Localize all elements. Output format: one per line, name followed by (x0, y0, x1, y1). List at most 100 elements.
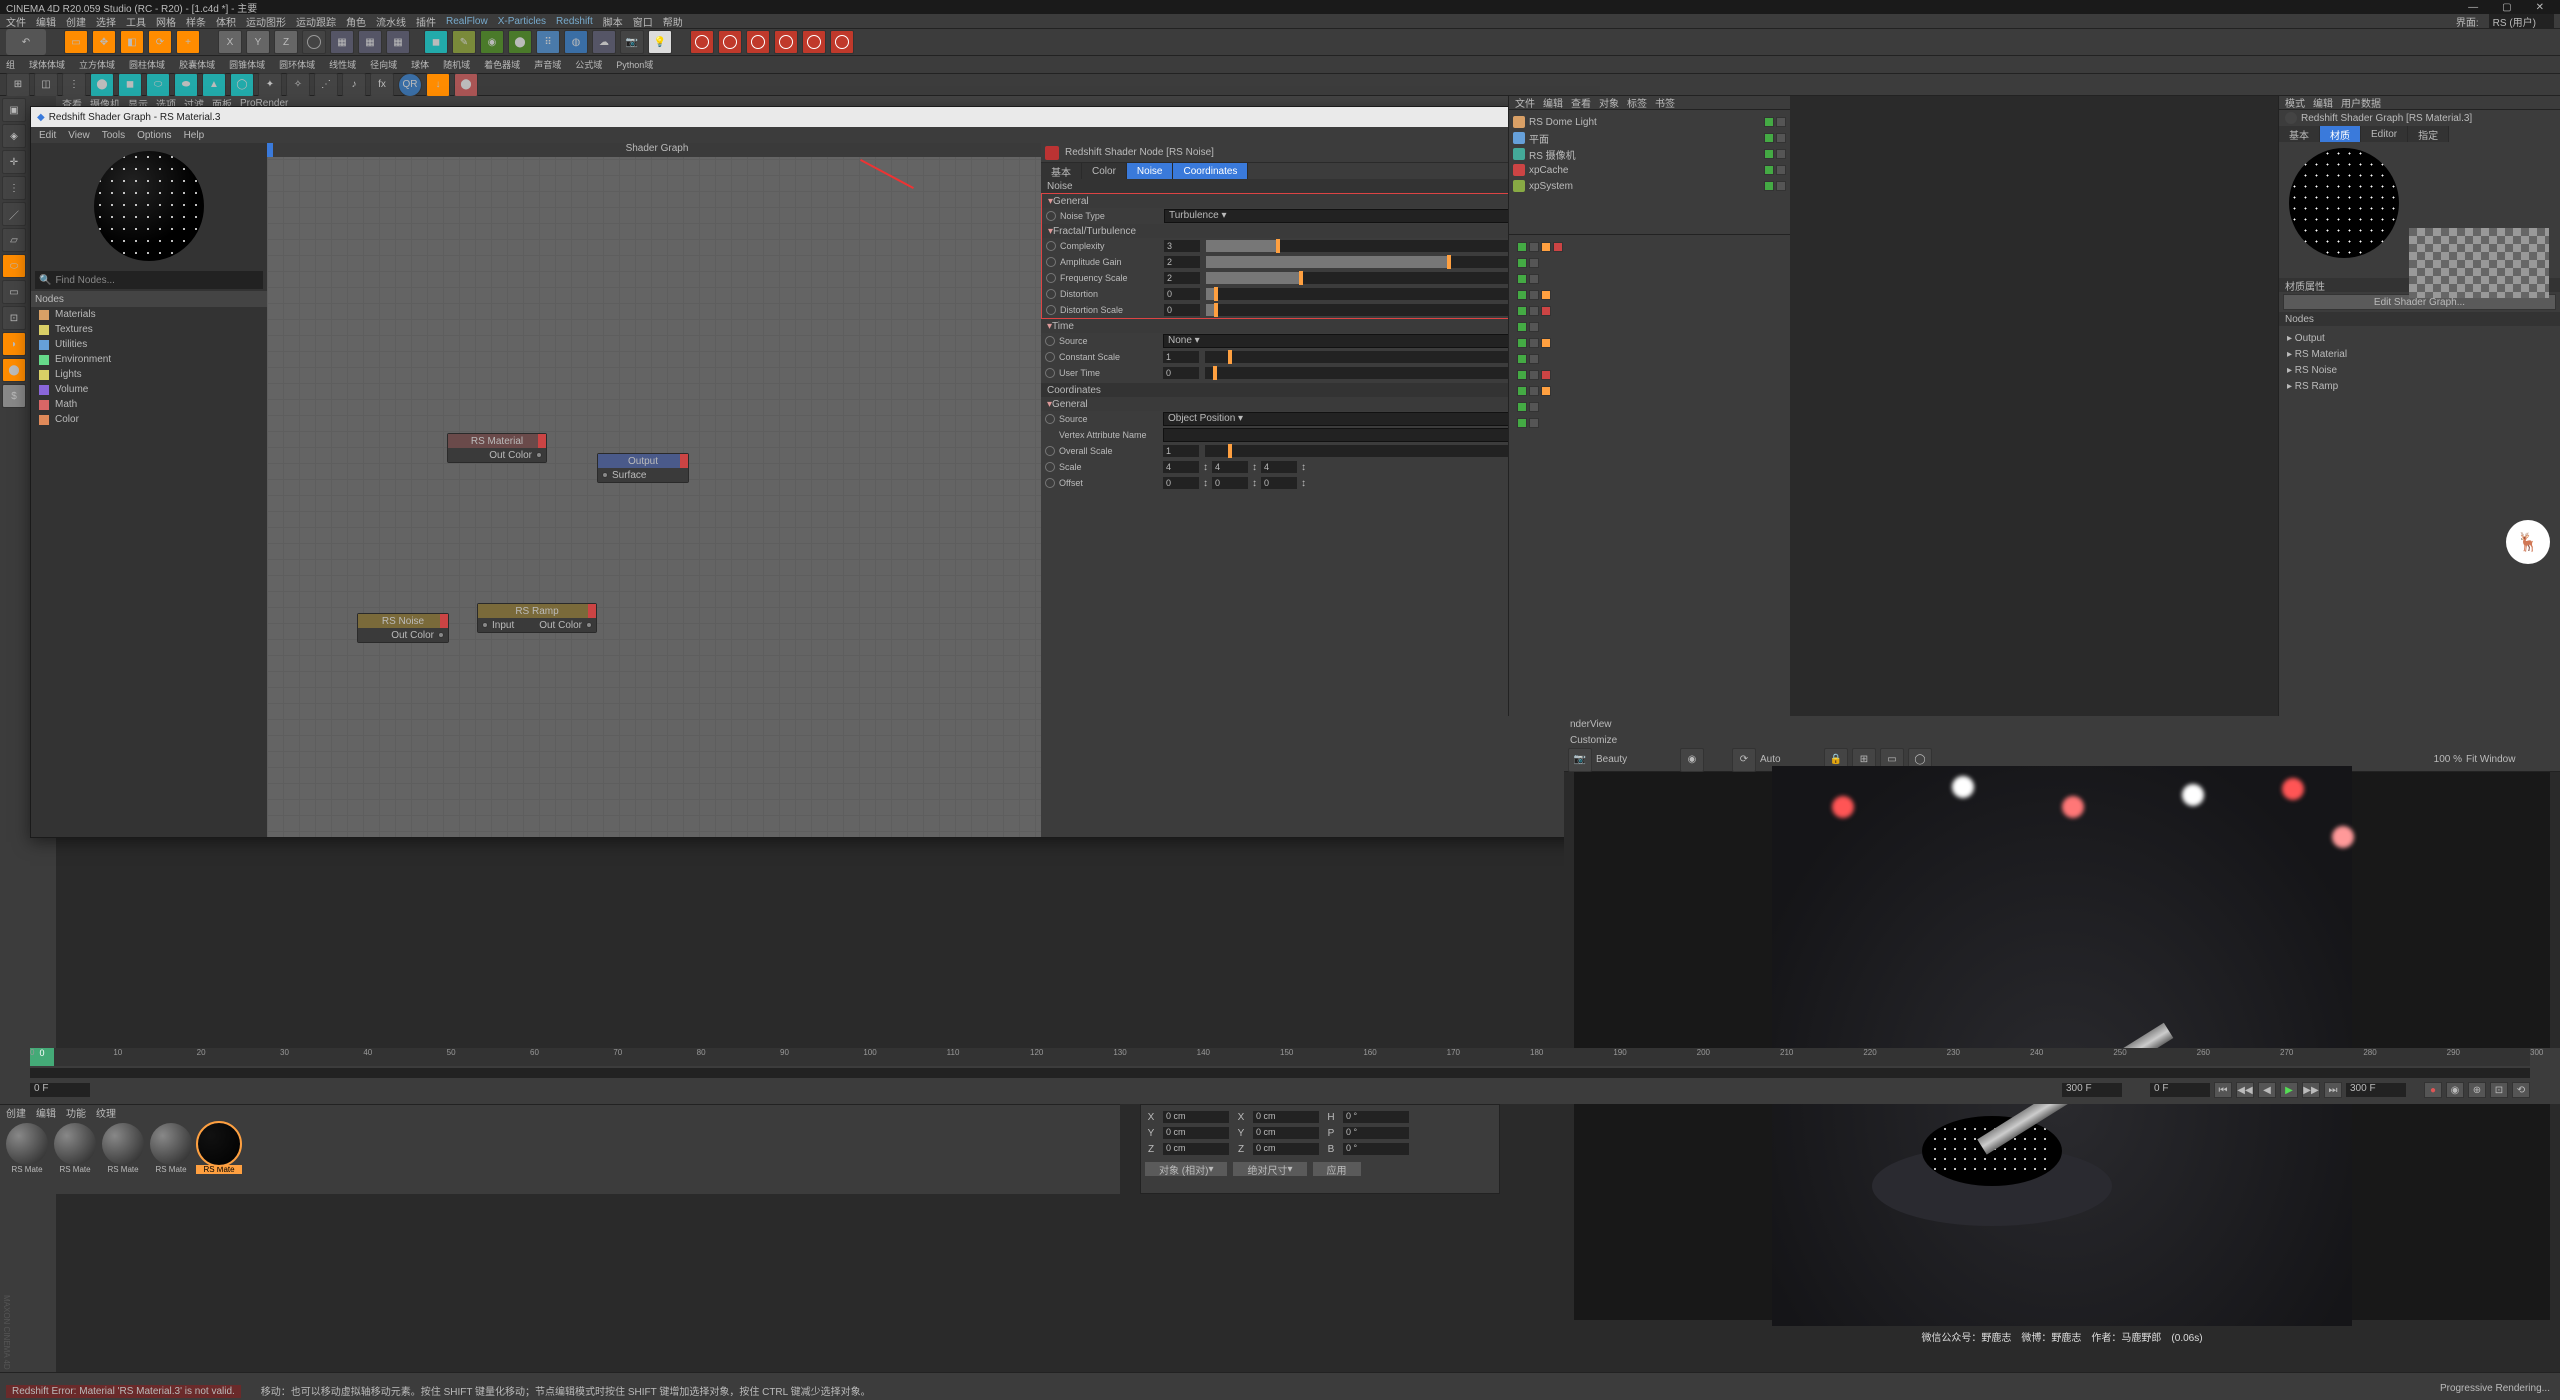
coord-src-anim[interactable] (1045, 414, 1055, 424)
node-li-RS Ramp[interactable]: ▸ RS Ramp (2279, 378, 2560, 394)
obj-hidden-6[interactable] (1513, 335, 1786, 351)
attrr-tab-基本[interactable]: 基本 (2279, 126, 2320, 142)
field-立方体域[interactable]: 立方体域 (79, 58, 115, 71)
offset-x[interactable]: 0 (1163, 477, 1199, 489)
misc-4[interactable]: ♪ (342, 73, 366, 97)
obj-RS 摄像机[interactable]: RS 摄像机 (1509, 146, 1790, 162)
size-z[interactable]: 0 cm (1253, 1143, 1319, 1155)
tweak-mode[interactable]: ⬤ (2, 358, 26, 382)
obj-平面[interactable]: 平面 (1509, 130, 1790, 146)
field-胶囊体域[interactable]: 胶囊体域 (179, 58, 215, 71)
field-圆柱体域[interactable]: 圆柱体域 (129, 58, 165, 71)
cloner-tool[interactable]: ⠿ (536, 30, 560, 54)
fit-dropdown[interactable]: Fit Window (2466, 754, 2556, 765)
param-User Time[interactable]: 0 (1163, 367, 1199, 379)
environment-tool[interactable]: ☁ (592, 30, 616, 54)
undo-button[interactable]: ↶ (6, 29, 46, 55)
recent-tool[interactable]: + (176, 30, 200, 54)
rv-auto[interactable]: Auto (1760, 754, 1820, 765)
field-声音域[interactable]: 声音域 (534, 58, 561, 71)
obj-hidden-5[interactable] (1513, 319, 1786, 335)
field-径向域[interactable]: 径向域 (370, 58, 397, 71)
model-mode[interactable]: ▣ (2, 98, 26, 122)
sw-menu-Help[interactable]: Help (184, 130, 205, 141)
mat-menu-编辑[interactable]: 编辑 (36, 1105, 56, 1119)
shader-graph-canvas[interactable]: Shader Graph RS Material Out Color Outpu… (267, 143, 1041, 837)
sphere-field[interactable]: ⬤ (90, 73, 114, 97)
noise-type-anim[interactable] (1046, 211, 1056, 221)
mat-menu-功能[interactable]: 功能 (66, 1105, 86, 1119)
rot-b[interactable]: 0 ° (1343, 1143, 1409, 1155)
field-线性域[interactable]: 线性域 (329, 58, 356, 71)
render-view-button[interactable]: ▦ (330, 30, 354, 54)
frame-end[interactable]: 300 F (2062, 1083, 2122, 1097)
param-Constant Scale[interactable]: 1 (1163, 351, 1199, 363)
key-rot[interactable]: ⟲ (2512, 1082, 2530, 1098)
z-axis-lock[interactable]: Z (274, 30, 298, 54)
material-3[interactable]: RS Mate (148, 1123, 194, 1174)
rs-tool-3[interactable] (746, 30, 770, 54)
texture-mode[interactable]: ⬭ (2, 254, 26, 278)
render-region-button[interactable]: ▦ (358, 30, 382, 54)
snap-toggle[interactable]: ⊡ (2, 306, 26, 330)
apply-button[interactable]: 应用 (1313, 1162, 1361, 1176)
obj-menu-对象[interactable]: 对象 (1599, 95, 1619, 110)
play-back[interactable]: ◀ (2258, 1082, 2276, 1098)
material-2[interactable]: RS Mate (100, 1123, 146, 1174)
point-mode[interactable]: ⋮ (2, 176, 26, 200)
obj-hidden-9[interactable] (1513, 383, 1786, 399)
coord-mode-dropdown[interactable]: 对象 (相对) ▾ (1145, 1162, 1227, 1176)
attrr-menu-编辑[interactable]: 编辑 (2313, 95, 2333, 110)
attr-tab-基本[interactable]: 基本 (1041, 163, 1082, 179)
attr-tab-Coordinates[interactable]: Coordinates (1173, 163, 1248, 179)
step-forward[interactable]: ▶▶ (2302, 1082, 2320, 1098)
coord-system[interactable] (302, 30, 326, 54)
mat-menu-创建[interactable]: 创建 (6, 1105, 26, 1119)
menu-运动图形[interactable]: 运动图形 (246, 14, 286, 29)
param-Complexity[interactable]: 3 (1164, 240, 1200, 252)
render-customize[interactable]: Customize (1564, 732, 2560, 748)
obj-menu-标签[interactable]: 标签 (1627, 95, 1647, 110)
close-button[interactable]: ✕ (2536, 2, 2544, 13)
subdivision-tool[interactable]: ◉ (480, 30, 504, 54)
menu-编辑[interactable]: 编辑 (36, 14, 56, 29)
field-公式域[interactable]: 公式域 (575, 58, 602, 71)
offset-z[interactable]: 0 (1261, 477, 1297, 489)
rv-snap[interactable]: ◉ (1680, 748, 1704, 772)
scale-y[interactable]: 4 (1212, 461, 1248, 473)
menu-工具[interactable]: 工具 (126, 14, 146, 29)
obj-menu-编辑[interactable]: 编辑 (1543, 95, 1563, 110)
pos-x[interactable]: 0 cm (1163, 1111, 1229, 1123)
obj-menu-文件[interactable]: 文件 (1515, 95, 1535, 110)
node-cat-Materials[interactable]: Materials (31, 307, 267, 322)
workplane-tool[interactable]: ◫ (34, 73, 58, 97)
param-Frequency Scale[interactable]: 2 (1164, 272, 1200, 284)
light-tool[interactable]: 💡 (648, 30, 672, 54)
node-rs-ramp[interactable]: RS Ramp InputOut Color (477, 603, 597, 633)
timeline-scrollbar[interactable] (30, 1068, 2530, 1078)
obj-RS Dome Light[interactable]: RS Dome Light (1509, 114, 1790, 130)
torus-field[interactable]: ◯ (230, 73, 254, 97)
rotate-tool[interactable]: ⟳ (148, 30, 172, 54)
maximize-button[interactable]: ▢ (2502, 2, 2511, 13)
cone-field[interactable]: ▲ (202, 73, 226, 97)
node-cat-Color[interactable]: Color (31, 412, 267, 427)
layout-dropdown[interactable]: RS (用户) (2489, 14, 2554, 29)
node-cat-Environment[interactable]: Environment (31, 352, 267, 367)
field-圆环体域[interactable]: 圆环体域 (279, 58, 315, 71)
rs-tool-6[interactable] (830, 30, 854, 54)
sw-menu-Edit[interactable]: Edit (39, 130, 56, 141)
workplane-mode[interactable]: ▭ (2, 280, 26, 304)
menu-插件[interactable]: 插件 (416, 14, 436, 29)
obj-hidden-8[interactable] (1513, 367, 1786, 383)
mat-menu-纹理[interactable]: 纹理 (96, 1105, 116, 1119)
range-end[interactable]: 300 F (2346, 1083, 2406, 1097)
scale-tool[interactable]: ◧ (120, 30, 144, 54)
menu-网格[interactable]: 网格 (156, 14, 176, 29)
param-Amplitude Gain[interactable]: 2 (1164, 256, 1200, 268)
menu-流水线[interactable]: 流水线 (376, 14, 406, 29)
field-随机域[interactable]: 随机域 (443, 58, 470, 71)
y-axis-lock[interactable]: Y (246, 30, 270, 54)
frame-start[interactable]: 0 F (30, 1083, 90, 1097)
obj-menu-查看[interactable]: 查看 (1571, 95, 1591, 110)
